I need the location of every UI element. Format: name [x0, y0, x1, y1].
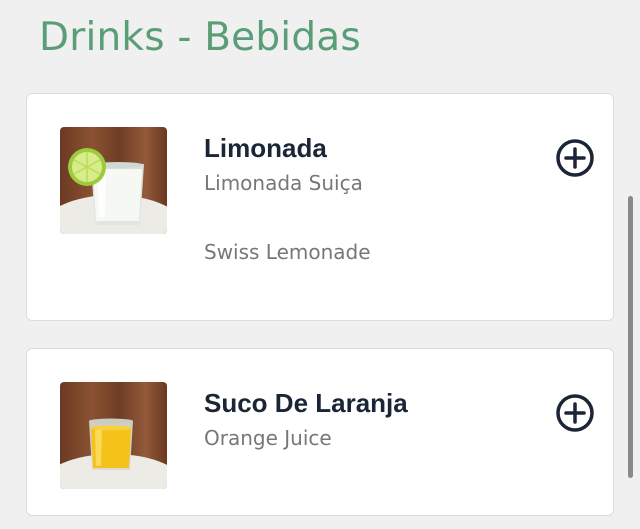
- add-item-button[interactable]: [555, 393, 595, 433]
- item-name: Limonada: [204, 133, 327, 163]
- menu-page: Drinks - Bebidas Limonada Limonada Suiça…: [0, 0, 640, 529]
- menu-item-card[interactable]: Limonada Limonada Suiça Swiss Lemonade: [26, 93, 614, 321]
- item-name: Suco De Laranja: [204, 388, 408, 418]
- orange-juice-glass-image: [60, 382, 167, 489]
- lemonade-glass-image: [60, 127, 167, 234]
- item-description: Swiss Lemonade: [204, 240, 371, 264]
- menu-item-card[interactable]: Suco De Laranja Orange Juice: [26, 348, 614, 516]
- section-title: Drinks - Bebidas: [39, 15, 361, 60]
- item-subtitle: Orange Juice: [204, 426, 332, 450]
- add-item-button[interactable]: [555, 138, 595, 178]
- plus-circle-icon: [555, 138, 595, 178]
- item-subtitle: Limonada Suiça: [204, 171, 363, 195]
- vertical-scrollbar[interactable]: [628, 196, 633, 478]
- plus-circle-icon: [555, 393, 595, 433]
